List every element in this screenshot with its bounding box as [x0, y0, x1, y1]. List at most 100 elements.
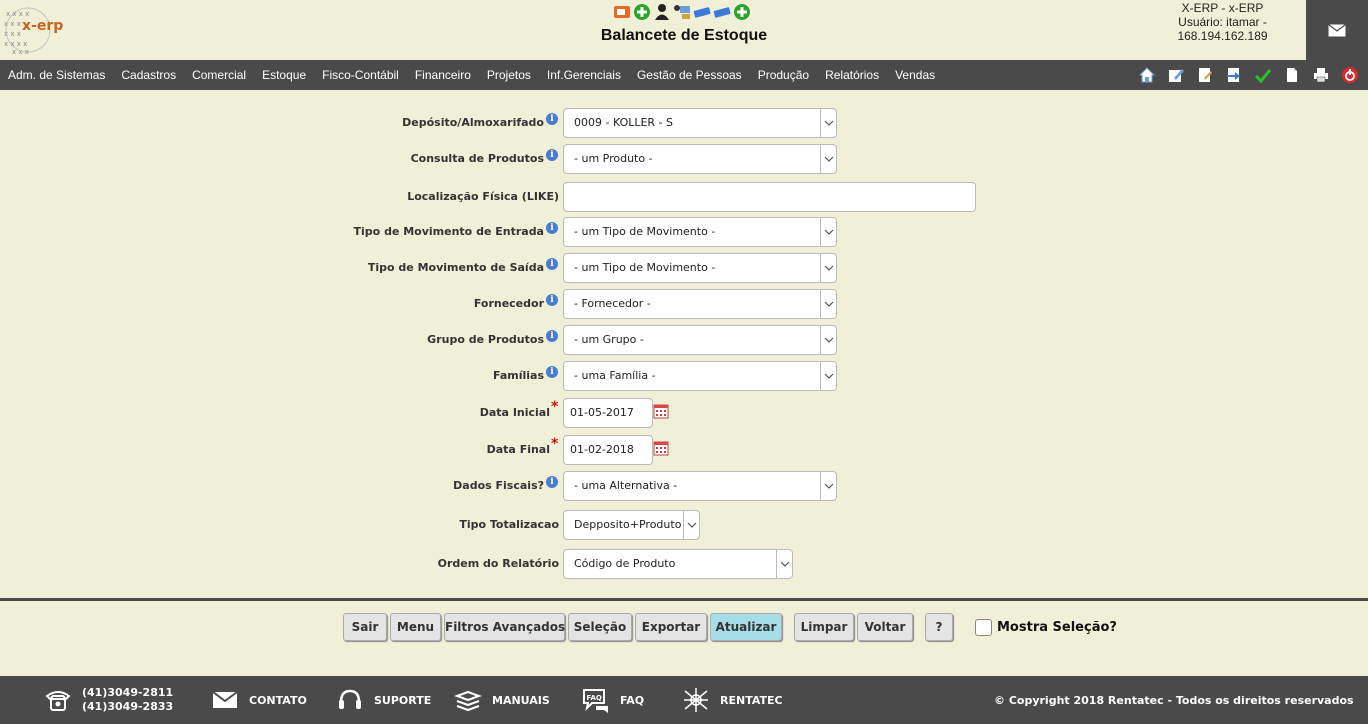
info-icon[interactable]: i — [546, 222, 558, 234]
add-icon[interactable] — [633, 3, 651, 21]
chevron-down-icon — [820, 362, 836, 390]
label-ordem: Ordem do Relatório — [437, 557, 559, 570]
chevron-down-icon — [820, 218, 836, 246]
limpar-button[interactable]: Limpar — [794, 613, 854, 641]
label-tipo-totalizacao: Tipo Totalizacao — [459, 518, 559, 531]
grupo-value: - um Grupo - — [574, 333, 644, 346]
manuais-label: MANUAIS — [492, 693, 550, 707]
sair-button[interactable]: Sair — [343, 613, 387, 641]
menu-adm-sistemas[interactable]: Adm. de Sistemas — [8, 68, 105, 82]
presentation-icon[interactable] — [613, 3, 631, 21]
menu-cadastros[interactable]: Cadastros — [121, 68, 176, 82]
suporte-label: SUPORTE — [374, 693, 432, 707]
add-icon-2[interactable] — [733, 3, 751, 21]
footer-phones[interactable]: (41)3049-2811 (41)3049-2833 — [44, 676, 173, 724]
tipo-totalizacao-select[interactable]: Depposito+Produto — [563, 510, 700, 540]
voltar-button[interactable]: Voltar — [857, 613, 913, 641]
mostra-selecao-checkbox[interactable] — [975, 619, 992, 636]
check-icon[interactable] — [1254, 66, 1272, 84]
mov-saida-select[interactable]: - um Tipo de Movimento - — [563, 253, 837, 283]
chevron-down-icon — [820, 254, 836, 282]
familias-value: - uma Família - — [574, 369, 656, 382]
header: x x x x x x x x x x x x x x x x x x-erp … — [0, 0, 1368, 60]
power-icon[interactable] — [1341, 66, 1359, 84]
edit-document-icon[interactable] — [1196, 66, 1214, 84]
localizacao-input[interactable] — [563, 182, 976, 212]
footer-rentatec[interactable]: RENTATEC — [682, 676, 783, 724]
row-grupo: Grupo de Produtos i - um Grupo - — [0, 325, 1368, 355]
books-icon — [454, 690, 482, 712]
menu-vendas[interactable]: Vendas — [895, 68, 935, 82]
info-icon[interactable]: i — [546, 330, 558, 342]
filtros-avancados-button[interactable]: Filtros Avançados — [444, 613, 565, 641]
card-icon[interactable] — [693, 3, 711, 21]
info-icon[interactable]: i — [546, 476, 558, 488]
chevron-down-icon — [820, 109, 836, 137]
dados-fiscais-select[interactable]: - uma Alternativa - — [563, 471, 837, 501]
calendar-icon[interactable] — [653, 403, 669, 419]
row-familias: Famílias i - uma Família - — [0, 361, 1368, 391]
label-dados-fiscais: Dados Fiscais? — [453, 479, 544, 492]
menu-estoque[interactable]: Estoque — [262, 68, 306, 82]
menu-gestao-pessoas[interactable]: Gestão de Pessoas — [637, 68, 742, 82]
menu-fisco-contabil[interactable]: Fisco-Contábil — [322, 68, 399, 82]
familias-select[interactable]: - uma Família - — [563, 361, 837, 391]
ordem-select[interactable]: Código de Produto — [563, 549, 793, 579]
info-icon[interactable]: i — [546, 113, 558, 125]
print-icon[interactable] — [1312, 66, 1330, 84]
users-network-icon[interactable] — [673, 3, 691, 21]
help-button[interactable]: ? — [925, 613, 953, 641]
menu-comercial[interactable]: Comercial — [192, 68, 246, 82]
atualizar-button[interactable]: Atualizar — [710, 613, 782, 641]
footer-contato[interactable]: CONTATO — [211, 676, 307, 724]
data-final-input[interactable]: 01-02-2018 — [563, 435, 653, 465]
menu-relatorios[interactable]: Relatórios — [825, 68, 879, 82]
rentatec-logo-icon — [684, 688, 708, 712]
menu-items: Adm. de Sistemas Cadastros Comercial Est… — [8, 60, 951, 90]
menu-projetos[interactable]: Projetos — [487, 68, 531, 82]
info-icon[interactable]: i — [546, 294, 558, 306]
edit-form-icon[interactable] — [1167, 66, 1185, 84]
menu-inf-gerenciais[interactable]: Inf.Gerenciais — [547, 68, 621, 82]
label-fornecedor: Fornecedor — [473, 297, 544, 310]
exportar-button[interactable]: Exportar — [635, 613, 707, 641]
chevron-down-icon — [820, 145, 836, 173]
info-icon[interactable]: i — [546, 149, 558, 161]
mail-button[interactable] — [1306, 0, 1368, 60]
menu-bar: Adm. de Sistemas Cadastros Comercial Est… — [0, 60, 1368, 90]
dados-fiscais-value: - uma Alternativa - — [574, 479, 678, 492]
import-icon[interactable] — [1225, 66, 1243, 84]
menu-button[interactable]: Menu — [390, 613, 441, 641]
card-icon-2[interactable] — [713, 3, 731, 21]
row-localizacao: Localização Física (LIKE) — [0, 182, 1368, 212]
footer-manuais[interactable]: MANUAIS — [454, 676, 550, 724]
row-dados-fiscais: Dados Fiscais? i - uma Alternativa - — [0, 471, 1368, 501]
mov-entrada-select[interactable]: - um Tipo de Movimento - — [563, 217, 837, 247]
mov-saida-value: - um Tipo de Movimento - — [574, 261, 716, 274]
info-icon[interactable]: i — [546, 366, 558, 378]
label-mov-entrada: Tipo de Movimento de Entrada — [353, 225, 544, 238]
grupo-select[interactable]: - um Grupo - — [563, 325, 837, 355]
required-marker: * — [551, 399, 559, 415]
footer-suporte[interactable]: SUPORTE — [336, 676, 431, 724]
footer-faq[interactable]: FAQ FAQ — [582, 676, 644, 724]
info-icon[interactable]: i — [546, 258, 558, 270]
consulta-select[interactable]: - um Produto - — [563, 144, 837, 174]
user-icon[interactable] — [653, 3, 671, 21]
data-inicial-input[interactable]: 01-05-2017 — [563, 398, 653, 428]
row-consulta: Consulta de Produtos i - um Produto - — [0, 144, 1368, 174]
selecao-button[interactable]: Seleção — [568, 613, 632, 641]
user-name: Usuário: itamar - — [1178, 15, 1267, 29]
deposito-value: 0009 - KOLLER - S — [574, 116, 674, 129]
mov-entrada-value: - um Tipo de Movimento - — [574, 225, 716, 238]
deposito-select[interactable]: 0009 - KOLLER - S — [563, 108, 837, 138]
new-document-icon[interactable] — [1283, 66, 1301, 84]
fornecedor-select[interactable]: - Fornecedor - — [563, 289, 837, 319]
menu-producao[interactable]: Produção — [758, 68, 809, 82]
menu-financeiro[interactable]: Financeiro — [415, 68, 471, 82]
mostra-selecao-label: Mostra Seleção? — [997, 620, 1117, 635]
faq-bubble-icon: FAQ — [583, 689, 608, 713]
label-consulta: Consulta de Produtos — [410, 152, 544, 165]
home-icon[interactable] — [1138, 66, 1156, 84]
calendar-icon[interactable] — [653, 440, 669, 456]
